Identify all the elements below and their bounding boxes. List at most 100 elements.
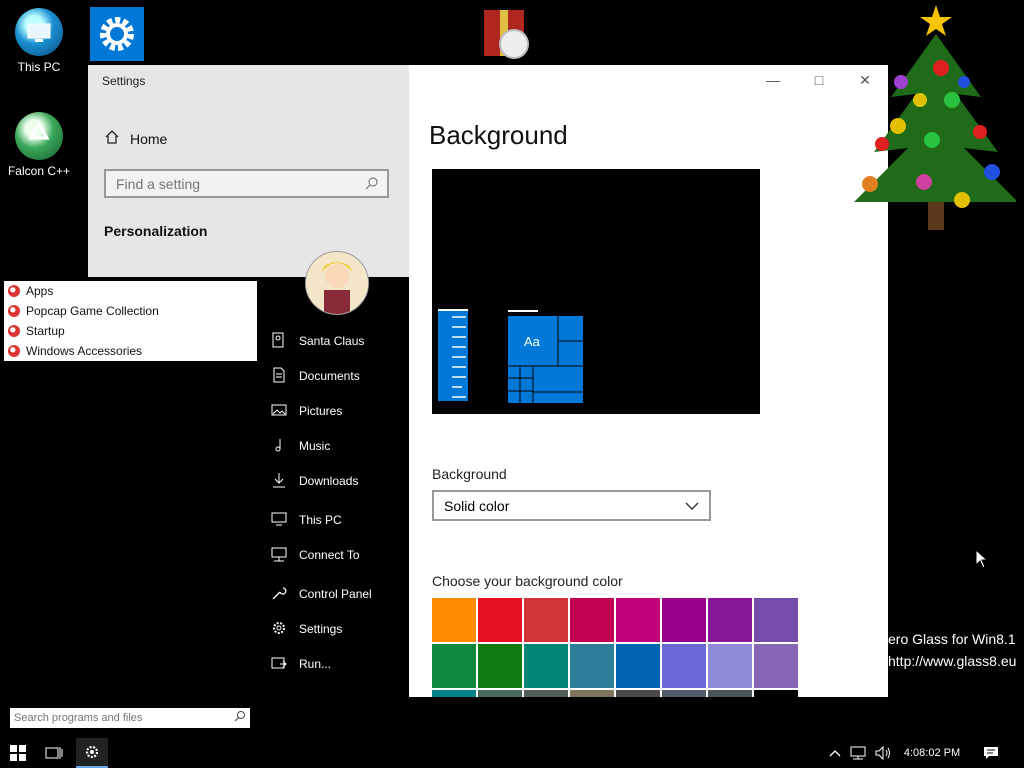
background-preview: Aa <box>432 169 760 414</box>
page-title: Background <box>429 120 568 150</box>
mouse-cursor-icon <box>975 548 989 574</box>
search-icon <box>234 709 246 727</box>
program-item[interactable]: Windows Accessories <box>4 341 257 361</box>
background-label: Background <box>432 466 507 482</box>
color-swatch[interactable] <box>432 598 476 642</box>
color-swatch[interactable] <box>754 598 798 642</box>
color-swatch[interactable] <box>478 690 522 697</box>
notification-icon <box>984 747 998 759</box>
program-item[interactable]: Popcap Game Collection <box>4 301 257 321</box>
color-swatch[interactable] <box>570 598 614 642</box>
section-title: Personalization <box>104 223 208 239</box>
network-button[interactable] <box>848 738 870 768</box>
color-swatch[interactable] <box>478 644 522 688</box>
start-link-this-pc[interactable]: This PC <box>271 509 342 531</box>
start-search-box[interactable] <box>10 708 250 728</box>
color-swatch[interactable] <box>570 644 614 688</box>
settings-gear-tile[interactable] <box>90 7 144 61</box>
color-swatch[interactable] <box>432 690 476 697</box>
preview-tiles: Aa <box>508 316 583 403</box>
start-link-music[interactable]: Music <box>271 435 330 457</box>
home-nav-item[interactable]: Home <box>104 129 167 148</box>
task-view-icon <box>45 747 63 759</box>
taskbar-settings-app[interactable] <box>76 738 108 768</box>
maximize-button[interactable]: □ <box>796 65 842 95</box>
color-swatch[interactable] <box>708 690 752 697</box>
picture-icon <box>271 402 287 421</box>
desktop-icon-this-pc[interactable]: This PC <box>4 8 74 74</box>
desktop-icon-label: Falcon C++ <box>7 164 71 178</box>
background-dropdown[interactable]: Solid color <box>432 490 711 521</box>
windows-logo-icon <box>10 745 26 761</box>
recycle-ornament-icon <box>15 112 63 160</box>
speaker-icon <box>875 745 890 761</box>
start-link-pictures[interactable]: Pictures <box>271 400 342 422</box>
find-setting-input[interactable] <box>106 171 366 196</box>
desktop-icon-falcon[interactable]: Falcon C++ <box>4 112 74 178</box>
action-center-button[interactable] <box>974 738 1008 768</box>
start-link-downloads[interactable]: Downloads <box>271 470 358 492</box>
program-label: Popcap Game Collection <box>26 304 159 318</box>
settings-content: — □ ✕ Background Aa Background Solid col… <box>409 65 888 697</box>
color-swatch[interactable] <box>662 644 706 688</box>
preview-line <box>508 310 538 312</box>
start-link-label: Downloads <box>299 474 359 488</box>
taskbar: 4:08:02 PM <box>0 738 1024 768</box>
gear-icon <box>85 745 99 759</box>
color-swatch[interactable] <box>524 690 568 697</box>
program-item[interactable]: Startup <box>4 321 257 341</box>
program-folder-icon <box>8 325 20 337</box>
color-swatch[interactable] <box>708 644 752 688</box>
start-menu-program-list: Apps Popcap Game Collection Startup Wind… <box>4 281 257 361</box>
color-swatch[interactable] <box>616 644 660 688</box>
color-swatch[interactable] <box>524 598 568 642</box>
color-swatch[interactable] <box>616 598 660 642</box>
network-icon <box>850 746 866 760</box>
task-view-button[interactable] <box>36 738 72 768</box>
start-link-documents[interactable]: Documents <box>271 365 360 387</box>
minimize-button[interactable]: — <box>750 65 796 95</box>
start-link-label: Settings <box>299 622 343 636</box>
color-swatch-grid <box>432 598 800 697</box>
color-swatch[interactable] <box>616 690 660 697</box>
color-swatch[interactable] <box>524 644 568 688</box>
tray-overflow-button[interactable] <box>825 738 845 768</box>
program-item[interactable]: Apps <box>4 281 257 301</box>
search-icon <box>365 176 379 195</box>
program-label: Windows Accessories <box>26 344 143 358</box>
chevron-down-icon <box>685 498 699 514</box>
start-search-input[interactable] <box>10 709 228 727</box>
color-swatch[interactable] <box>478 598 522 642</box>
color-swatch[interactable] <box>662 690 706 697</box>
start-link-settings[interactable]: Settings <box>271 618 342 640</box>
color-swatch[interactable] <box>570 690 614 697</box>
start-link-santa-claus[interactable]: Santa Claus <box>271 330 364 352</box>
user-avatar[interactable] <box>305 251 369 315</box>
start-link-run[interactable]: Run... <box>271 653 331 675</box>
preview-line <box>438 309 468 311</box>
start-link-control-panel[interactable]: Control Panel <box>271 583 372 605</box>
start-link-connect-to[interactable]: Connect To <box>271 544 360 566</box>
taskbar-clock[interactable]: 4:08:02 PM <box>898 738 966 768</box>
connect-icon <box>271 546 287 565</box>
this-pc-icon <box>15 8 63 56</box>
start-button[interactable] <box>0 738 36 768</box>
settings-sidebar: Settings Home Personalization <box>88 65 409 277</box>
start-link-label: This PC <box>299 513 342 527</box>
preview-tile-text: Aa <box>524 334 540 349</box>
color-swatch[interactable] <box>432 644 476 688</box>
start-link-label: Music <box>299 439 331 453</box>
start-link-label: Control Panel <box>299 587 372 601</box>
color-swatch[interactable] <box>754 690 798 697</box>
avatar-image <box>306 252 368 314</box>
find-setting-search[interactable] <box>104 169 389 198</box>
christmas-tree-icon <box>846 2 1018 234</box>
gear-icon <box>271 620 287 639</box>
wrench-icon <box>271 585 287 604</box>
color-swatch[interactable] <box>708 598 752 642</box>
color-swatch[interactable] <box>662 598 706 642</box>
color-swatch[interactable] <box>754 644 798 688</box>
program-folder-icon <box>8 345 20 357</box>
download-arrow-icon <box>271 472 287 491</box>
volume-button[interactable] <box>872 738 894 768</box>
